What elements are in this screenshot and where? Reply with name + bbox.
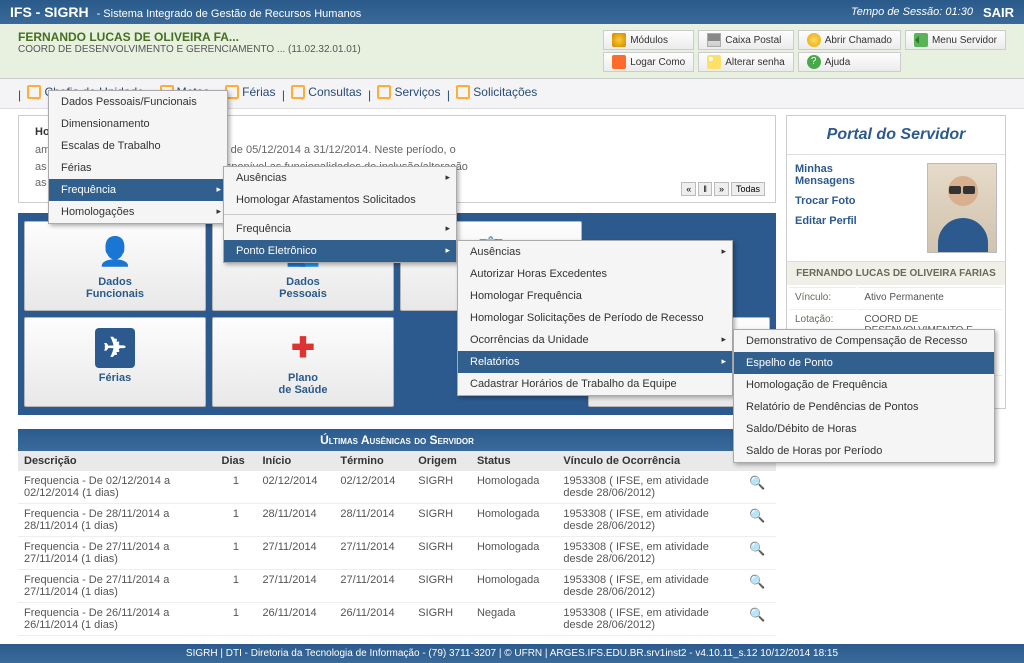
mi-frequencia[interactable]: Frequência bbox=[49, 179, 227, 201]
chat-icon bbox=[807, 33, 821, 47]
logar-como-button[interactable]: Logar Como bbox=[603, 52, 694, 72]
topbar: IFS - SIGRH - Sistema Integrado de Gestã… bbox=[0, 0, 1024, 24]
mi-escalas[interactable]: Escalas de Trabalho bbox=[49, 135, 227, 157]
nav-servicos[interactable]: Serviços bbox=[377, 85, 440, 99]
minhas-mensagens-link[interactable]: Minhas Mensagens bbox=[795, 163, 927, 187]
mi-rel-pendencias[interactable]: Relatório de Pendências de Pontos bbox=[734, 396, 994, 418]
session-timer: Tempo de Sessão: 01:30 bbox=[851, 6, 973, 18]
mi-ferias[interactable]: Férias bbox=[49, 157, 227, 179]
mi-dimensionamento[interactable]: Dimensionamento bbox=[49, 113, 227, 135]
mi-ponto-eletronico[interactable]: Ponto Eletrônico bbox=[224, 240, 456, 262]
nav-icon bbox=[377, 85, 391, 99]
pager-next[interactable]: » bbox=[714, 182, 729, 196]
relatorios-submenu: Demonstrativo de Compensação de Recesso … bbox=[733, 329, 995, 463]
portal-title: Portal do Servidor bbox=[787, 116, 1005, 155]
view-icon[interactable]: 🔍 bbox=[749, 508, 765, 523]
menu-servidor-button[interactable]: Menu Servidor bbox=[905, 30, 1006, 50]
plane-icon: ✈ bbox=[95, 328, 135, 368]
user-icon: 👤 bbox=[95, 232, 135, 272]
mi-cadastrar-horarios[interactable]: Cadastrar Horários de Trabalho da Equipe bbox=[458, 373, 732, 395]
user-name: FERNANDO LUCAS DE OLIVEIRA FA... bbox=[18, 30, 361, 44]
table-row: Frequencia - De 27/11/2014 a 27/11/2014 … bbox=[18, 569, 776, 602]
mi-demonstrativo[interactable]: Demonstrativo de Compensação de Recesso bbox=[734, 330, 994, 352]
view-icon[interactable]: 🔍 bbox=[749, 475, 765, 490]
caixa-postal-button[interactable]: Caixa Postal bbox=[698, 30, 793, 50]
view-icon[interactable]: 🔍 bbox=[749, 607, 765, 622]
table-row: Frequencia - De 26/11/2014 a 26/11/2014 … bbox=[18, 602, 776, 635]
mi-espelho-ponto[interactable]: Espelho de Ponto bbox=[734, 352, 994, 374]
view-icon[interactable]: 🔍 bbox=[749, 541, 765, 556]
th-dias: Dias bbox=[216, 451, 257, 471]
user-dept: COORD DE DESENVOLVIMENTO E GERENCIAMENTO… bbox=[18, 44, 361, 55]
nav-icon bbox=[456, 85, 470, 99]
mi-saldo-periodo[interactable]: Saldo de Horas por Período bbox=[734, 440, 994, 462]
ajuda-button[interactable]: ?Ajuda bbox=[798, 52, 901, 72]
abrir-chamado-button[interactable]: Abrir Chamado bbox=[798, 30, 901, 50]
mi-autorizar-horas[interactable]: Autorizar Horas Excedentes bbox=[458, 263, 732, 285]
footer: SIGRH | DTI - Diretoria da Tecnologia de… bbox=[0, 644, 1024, 663]
mail-icon bbox=[707, 33, 721, 47]
modulos-icon bbox=[612, 33, 626, 47]
mi-relatorios[interactable]: Relatórios bbox=[458, 351, 732, 373]
mi-saldo-debito[interactable]: Saldo/Débito de Horas bbox=[734, 418, 994, 440]
ferias-button[interactable]: ✈Férias bbox=[24, 317, 206, 407]
mi-frequencia2[interactable]: Frequência bbox=[224, 218, 456, 240]
th-termino: Término bbox=[334, 451, 412, 471]
trocar-foto-link[interactable]: Trocar Foto bbox=[795, 195, 927, 207]
pager-prev[interactable]: ‖ bbox=[698, 182, 712, 196]
ausencias-table: Descrição Dias Início Término Origem Sta… bbox=[18, 451, 776, 636]
modulos-button[interactable]: Módulos bbox=[603, 30, 694, 50]
mi-homologar-sol[interactable]: Homologar Solicitações de Período de Rec… bbox=[458, 307, 732, 329]
view-icon[interactable]: 🔍 bbox=[749, 574, 765, 589]
menu-icon bbox=[914, 33, 928, 47]
plano-saude-button[interactable]: ✚Plano de Saúde bbox=[212, 317, 394, 407]
frequencia-submenu: Ausências Homologar Afastamentos Solicit… bbox=[223, 166, 457, 263]
pager-all[interactable]: Todas bbox=[731, 182, 765, 196]
mi-dados-pessoais[interactable]: Dados Pessoais/Funcionais bbox=[49, 91, 227, 113]
app-brand: IFS - SIGRH bbox=[10, 4, 89, 20]
nav-icon bbox=[27, 85, 41, 99]
mi-ocorrencias[interactable]: Ocorrências da Unidade bbox=[458, 329, 732, 351]
pager-first[interactable]: « bbox=[681, 182, 696, 196]
alterar-senha-button[interactable]: Alterar senha bbox=[698, 52, 793, 72]
plus-icon: ✚ bbox=[283, 328, 323, 368]
table-row: Frequencia - De 27/11/2014 a 27/11/2014 … bbox=[18, 536, 776, 569]
th-origem: Origem bbox=[412, 451, 471, 471]
th-desc: Descrição bbox=[18, 451, 216, 471]
editar-perfil-link[interactable]: Editar Perfil bbox=[795, 215, 927, 227]
table-row: Frequencia - De 02/12/2014 a 02/12/2014 … bbox=[18, 471, 776, 504]
app-subtitle: - Sistema Integrado de Gestão de Recurso… bbox=[97, 8, 362, 20]
table-row: Frequencia - De 28/11/2014 a 28/11/2014 … bbox=[18, 503, 776, 536]
mi-homologar-afast[interactable]: Homologar Afastamentos Solicitados bbox=[224, 189, 456, 211]
mi-homologacoes[interactable]: Homologações bbox=[49, 201, 227, 223]
logout-link[interactable]: SAIR bbox=[983, 5, 1014, 20]
mi-ausencias2[interactable]: Ausências bbox=[458, 241, 732, 263]
section-header: Últimas Ausênicas do Servidor bbox=[18, 429, 776, 451]
userbar: FERNANDO LUCAS DE OLIVEIRA FA... COORD D… bbox=[0, 24, 1024, 79]
mi-homologar-freq[interactable]: Homologar Frequência bbox=[458, 285, 732, 307]
mi-homolog-freq[interactable]: Homologação de Frequência bbox=[734, 374, 994, 396]
ponto-submenu: Ausências Autorizar Horas Excedentes Hom… bbox=[457, 240, 733, 396]
dados-funcionais-button[interactable]: 👤Dados Funcionais bbox=[24, 221, 206, 311]
th-vinculo: Vínculo de Ocorrência bbox=[557, 451, 743, 471]
logar-icon bbox=[612, 55, 626, 69]
user-fullname: FERNANDO LUCAS DE OLIVEIRA FARIAS bbox=[787, 261, 1005, 285]
th-inicio: Início bbox=[256, 451, 334, 471]
th-status: Status bbox=[471, 451, 557, 471]
help-icon: ? bbox=[807, 55, 821, 69]
user-avatar bbox=[927, 163, 997, 253]
nav-ferias[interactable]: Férias bbox=[225, 85, 275, 99]
nav-solicitacoes[interactable]: Solicitações bbox=[456, 85, 537, 99]
notice-pager: « ‖ » Todas bbox=[681, 182, 765, 196]
nav-icon bbox=[291, 85, 305, 99]
key-icon bbox=[707, 55, 721, 69]
mi-ausencias[interactable]: Ausências bbox=[224, 167, 456, 189]
chefia-dropdown: Dados Pessoais/Funcionais Dimensionament… bbox=[48, 90, 228, 224]
nav-consultas[interactable]: Consultas bbox=[291, 85, 361, 99]
